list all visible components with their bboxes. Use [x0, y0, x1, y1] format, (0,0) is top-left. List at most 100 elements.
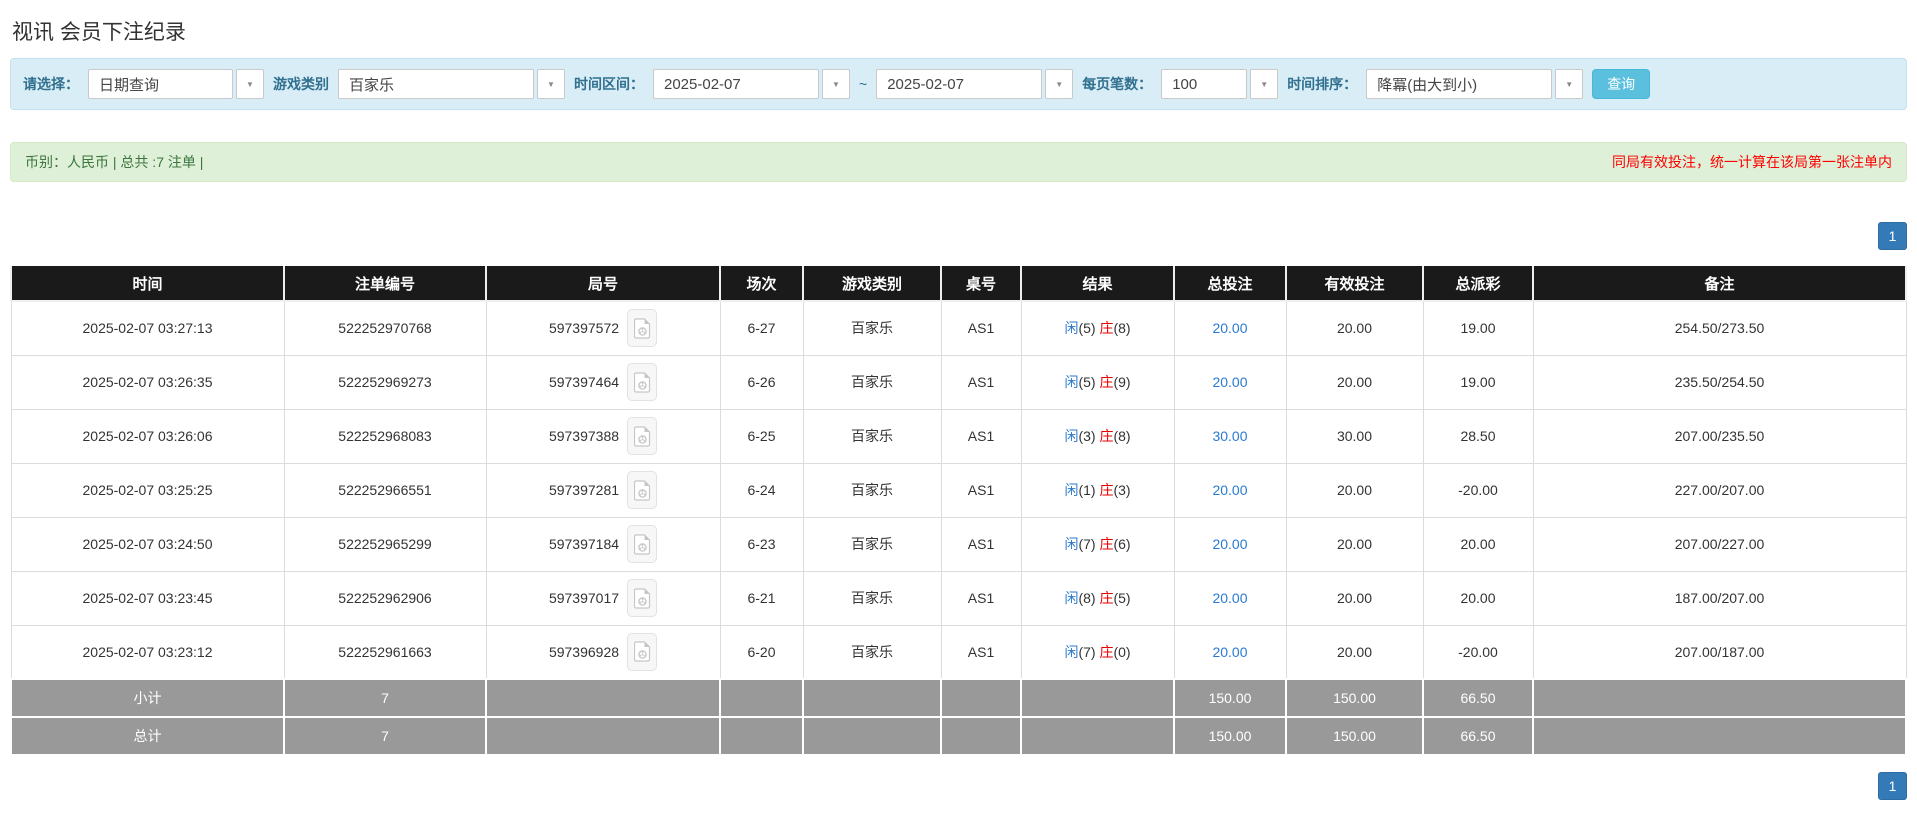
column-header: 桌号	[941, 266, 1021, 301]
round-number: 597397281	[549, 482, 619, 498]
chevron-down-icon[interactable]: ▼	[537, 69, 565, 99]
search-button[interactable]: 查询	[1592, 69, 1650, 99]
cell-round-id: 597397572	[486, 301, 720, 355]
summary-valid-bet: 150.00	[1286, 717, 1423, 755]
round-number: 597396928	[549, 644, 619, 660]
subtotal-row: 小计7150.00150.0066.50	[11, 679, 1906, 717]
video-replay-button[interactable]	[627, 417, 657, 455]
cell-payout: 28.50	[1423, 409, 1533, 463]
total-bet-link[interactable]: 20.00	[1212, 536, 1247, 552]
select-page-size[interactable]: 100 ▼	[1161, 69, 1278, 99]
total-bet-link[interactable]: 20.00	[1212, 590, 1247, 606]
round-number: 597397017	[549, 590, 619, 606]
cell-remark: 207.00/235.50	[1533, 409, 1906, 463]
banker-result-label: 庄	[1099, 644, 1113, 660]
cell-result: 闲(1) 庄(3)	[1021, 463, 1174, 517]
query-type-value[interactable]: 日期查询	[88, 69, 233, 99]
banker-result-value: (8)	[1113, 428, 1130, 444]
cell-valid-bet: 20.00	[1286, 301, 1423, 355]
cell-remark: 207.00/227.00	[1533, 517, 1906, 571]
betting-records-table: 时间注单编号局号场次游戏类别桌号结果总投注有效投注总派彩备注 2025-02-0…	[10, 266, 1907, 756]
time-sort-value[interactable]: 降冪(由大到小)	[1366, 69, 1552, 99]
date-from-value[interactable]: 2025-02-07	[653, 69, 819, 99]
total-bet-link[interactable]: 20.00	[1212, 644, 1247, 660]
video-replay-button[interactable]	[627, 633, 657, 671]
cell-table-no: AS1	[941, 301, 1021, 355]
cell-session: 6-20	[720, 625, 803, 679]
cell-valid-bet: 20.00	[1286, 517, 1423, 571]
summary-total-bet: 150.00	[1174, 679, 1286, 717]
cell-bet-id: 522252970768	[284, 301, 486, 355]
cell-payout: 20.00	[1423, 571, 1533, 625]
cell-total-bet: 30.00	[1174, 409, 1286, 463]
cell-time: 2025-02-07 03:27:13	[11, 301, 284, 355]
chevron-down-icon[interactable]: ▼	[822, 69, 850, 99]
cell-session: 6-24	[720, 463, 803, 517]
round-id-wrap: 597397184	[549, 525, 657, 563]
summary-count: 7	[284, 679, 486, 717]
film-file-icon	[634, 480, 651, 501]
page-size-value[interactable]: 100	[1161, 69, 1247, 99]
filter-bar: 请选择： 日期查询 ▼ 游戏类别 百家乐 ▼ 时间区间： 2025-02-07 …	[10, 58, 1907, 110]
cell-valid-bet: 30.00	[1286, 409, 1423, 463]
film-file-icon	[634, 588, 651, 609]
select-date-to[interactable]: 2025-02-07 ▼	[876, 69, 1073, 99]
film-file-icon	[634, 534, 651, 555]
cell-result: 闲(7) 庄(6)	[1021, 517, 1174, 571]
player-result-label: 闲	[1064, 536, 1078, 552]
player-result-value: (7)	[1078, 644, 1099, 660]
total-bet-link[interactable]: 20.00	[1212, 374, 1247, 390]
summary-bar: 币别：人民币 | 总共 :7 注单 | 同局有效投注，统一计算在该局第一张注单内	[10, 142, 1907, 182]
cell-result: 闲(3) 庄(8)	[1021, 409, 1174, 463]
total-bet-link[interactable]: 20.00	[1212, 320, 1247, 336]
summary-label: 小计	[11, 679, 284, 717]
cell-result: 闲(5) 庄(8)	[1021, 301, 1174, 355]
cell-remark: 227.00/207.00	[1533, 463, 1906, 517]
cell-session: 6-27	[720, 301, 803, 355]
cell-round-id: 597396928	[486, 625, 720, 679]
betting-records-page: 视讯 会员下注纪录 请选择： 日期查询 ▼ 游戏类别 百家乐 ▼ 时间区间： 2…	[0, 0, 1917, 800]
total-bet-link[interactable]: 20.00	[1212, 482, 1247, 498]
column-header: 游戏类别	[803, 266, 941, 301]
date-to-value[interactable]: 2025-02-07	[876, 69, 1042, 99]
cell-table-no: AS1	[941, 409, 1021, 463]
video-replay-button[interactable]	[627, 363, 657, 401]
column-header: 局号	[486, 266, 720, 301]
cell-payout: 20.00	[1423, 517, 1533, 571]
total-bet-link[interactable]: 30.00	[1212, 428, 1247, 444]
cell-time: 2025-02-07 03:24:50	[11, 517, 284, 571]
page-1-button[interactable]: 1	[1878, 222, 1907, 250]
chevron-down-icon[interactable]: ▼	[236, 69, 264, 99]
cell-valid-bet: 20.00	[1286, 355, 1423, 409]
film-file-icon	[634, 318, 651, 339]
cell-time: 2025-02-07 03:26:35	[11, 355, 284, 409]
select-query-type[interactable]: 日期查询 ▼	[88, 69, 264, 99]
summary-total-bet: 150.00	[1174, 717, 1286, 755]
chevron-down-icon[interactable]: ▼	[1045, 69, 1073, 99]
cell-total-bet: 20.00	[1174, 355, 1286, 409]
page-size-label: 每页笔数：	[1082, 74, 1152, 94]
column-header: 场次	[720, 266, 803, 301]
chevron-down-icon[interactable]: ▼	[1250, 69, 1278, 99]
page-1-button[interactable]: 1	[1878, 772, 1907, 800]
game-type-value[interactable]: 百家乐	[338, 69, 534, 99]
banker-result-value: (0)	[1113, 644, 1130, 660]
select-time-sort[interactable]: 降冪(由大到小) ▼	[1366, 69, 1583, 99]
video-replay-button[interactable]	[627, 309, 657, 347]
table-row: 2025-02-07 03:26:35522252969273597397464…	[11, 355, 1906, 409]
cell-round-id: 597397184	[486, 517, 720, 571]
player-result-label: 闲	[1064, 374, 1078, 390]
select-date-from[interactable]: 2025-02-07 ▼	[653, 69, 850, 99]
video-replay-button[interactable]	[627, 525, 657, 563]
cell-result: 闲(8) 庄(5)	[1021, 571, 1174, 625]
video-replay-button[interactable]	[627, 471, 657, 509]
date-separator: ~	[859, 76, 867, 92]
column-header: 总投注	[1174, 266, 1286, 301]
video-replay-button[interactable]	[627, 579, 657, 617]
cell-total-bet: 20.00	[1174, 463, 1286, 517]
chevron-down-icon[interactable]: ▼	[1555, 69, 1583, 99]
cell-session: 6-21	[720, 571, 803, 625]
select-game-type[interactable]: 百家乐 ▼	[338, 69, 565, 99]
pagination-bottom: 1	[10, 772, 1907, 800]
player-result-label: 闲	[1064, 590, 1078, 606]
